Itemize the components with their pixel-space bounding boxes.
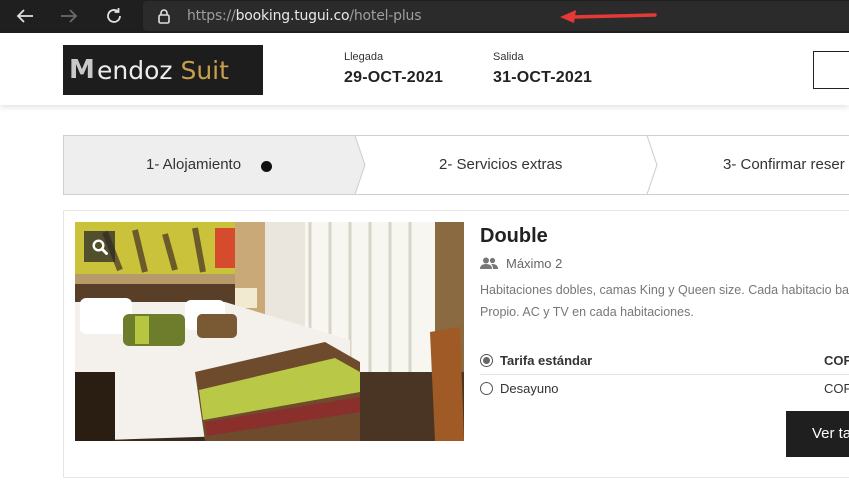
rate-radio-standard[interactable] [480,353,493,367]
room-title: Double [480,225,548,247]
step-3-label[interactable]: 3- Confirmar reser [723,156,845,173]
step-2-label[interactable]: 2- Servicios extras [439,156,562,173]
room-card: Double Máximo 2 Habitaciones dobles, cam… [63,210,849,478]
bedroom-image [75,222,464,441]
url-text[interactable]: https://booking.tugui.co/hotel-plus [187,8,421,24]
checkin-date[interactable]: Llegada 29-OCT-2021 [344,51,443,87]
users-icon [480,257,498,269]
forward-arrow-icon [61,9,78,23]
rate-label-breakfast: Desayuno [500,380,559,396]
room-photo[interactable] [75,222,464,441]
room-description: Habitaciones dobles, camas King y Queen … [480,283,849,319]
hotel-logo[interactable]: M endoz Suit [63,45,263,95]
checkin-value: 29-OCT-2021 [344,69,444,86]
back-button[interactable] [12,4,38,28]
address-bar[interactable]: https://booking.tugui.co/hotel-plus [143,1,849,31]
url-host: booking.tugui.co [235,8,350,24]
site-header: M endoz Suit Llegada 29-OCT-2021 Salida … [0,33,849,105]
rate-option-breakfast[interactable]: Desayuno COF [480,377,849,399]
logo-mark: M [69,55,95,85]
rate-divider [480,374,849,375]
back-arrow-icon [16,9,33,23]
browser-toolbar: https://booking.tugui.co/hotel-plus [0,0,849,33]
zoom-button[interactable] [84,231,115,262]
header-action-button[interactable] [813,51,849,89]
view-rates-button[interactable]: Ver ta [786,411,849,457]
url-path: /hotel-plus [349,8,422,24]
reload-icon [107,8,121,23]
checkin-label: Llegada [344,51,384,63]
step-1-label[interactable]: 1- Alojamiento [146,156,241,173]
logo-word-1: endoz [97,55,173,85]
rate-price-breakfast: COF [824,380,849,396]
active-step-indicator [261,161,272,172]
annotation-arrow-icon [560,10,657,23]
reload-button[interactable] [101,4,127,28]
room-capacity: Máximo 2 [480,256,562,271]
lock-icon [158,9,170,24]
forward-button[interactable] [56,4,82,28]
checkout-label: Salida [493,51,524,63]
logo-wordmark: endoz Suit [97,56,229,85]
rate-price-standard: COF [824,352,849,368]
rate-option-standard[interactable]: Tarifa estándar COF [480,349,849,371]
search-icon [91,238,108,255]
checkout-value: 31-OCT-2021 [493,69,593,86]
checkout-date[interactable]: Salida 31-OCT-2021 [493,51,592,87]
rate-label-standard: Tarifa estándar [500,352,593,368]
booking-steps: 1- Alojamiento 2- Servicios extras 3- Co… [63,135,849,195]
url-scheme: https:// [187,8,236,24]
logo-word-2: Suit [180,55,229,85]
rate-radio-breakfast[interactable] [480,381,493,395]
capacity-text: Máximo 2 [506,256,563,271]
